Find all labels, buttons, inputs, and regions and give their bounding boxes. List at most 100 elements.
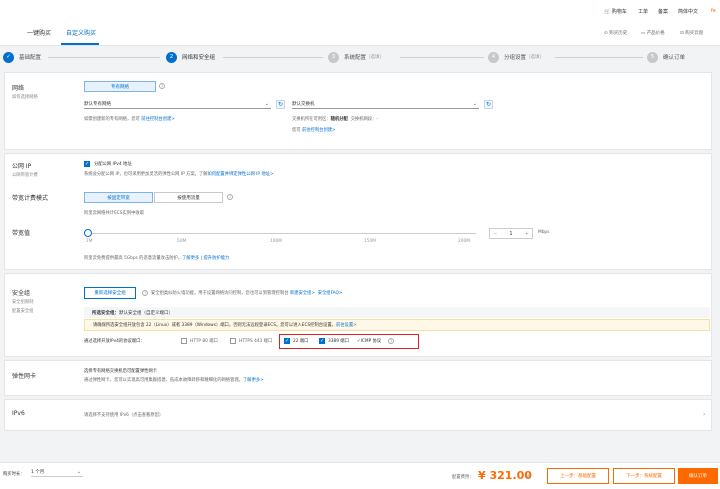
public-bandwidth-billing-link[interactable]: 公网带宽计费 bbox=[12, 172, 38, 178]
active-tab-indicator bbox=[61, 43, 99, 45]
icmp-option[interactable]: ✓ICMP 协议 bbox=[357, 338, 381, 344]
purchase-history-link[interactable]: ⊙ 购买历史 bbox=[604, 30, 627, 36]
bandwidth-value[interactable]: 1 bbox=[509, 231, 512, 237]
improve-protection-link[interactable]: 提升防护能力 bbox=[204, 256, 230, 261]
port-label: HTTPS 443 端口 bbox=[239, 339, 273, 344]
bandwidth-slider-handle[interactable] bbox=[84, 229, 92, 237]
vswitch-create-link[interactable]: 前往控制台创建> bbox=[302, 128, 336, 133]
vpc-hint: 如需创建新的专有网络，您可 前往控制台创建> bbox=[84, 116, 175, 122]
security-group-desc: 安全组类似防火墙功能，用于设置网络访问控制，您也可以到管理控制台 新建安全组> … bbox=[151, 290, 343, 296]
step-network-security: 2 网络和安全组 bbox=[166, 51, 219, 63]
slider-tick: 200M bbox=[458, 239, 470, 244]
public-ip-section: 公网 IP 公网带宽计费 ✓ 分配公网 IPv4 地址 系统会分配公网 IP，也… bbox=[4, 153, 712, 270]
filing-link[interactable]: 备案 bbox=[658, 8, 668, 15]
refresh-vpc-icon[interactable]: ↻ bbox=[276, 100, 285, 109]
section-title: 弹性网卡 bbox=[12, 373, 37, 380]
plus-icon[interactable]: + bbox=[525, 231, 529, 237]
bandwidth-stepper[interactable]: − 1 + bbox=[489, 228, 533, 239]
step-group-settings[interactable]: 4 分组设置 （选填） bbox=[488, 51, 548, 63]
vpc-create-link[interactable]: 前往控制台创建> bbox=[141, 117, 175, 122]
language-select[interactable]: 简体中文 bbox=[678, 8, 698, 15]
minus-icon[interactable]: − bbox=[493, 231, 497, 237]
cidr-value: - bbox=[376, 117, 378, 122]
create-security-group-link[interactable]: 新建安全组> bbox=[290, 291, 315, 296]
fixed-bandwidth-button[interactable]: 按固定带宽 bbox=[84, 192, 153, 203]
bandwidth-slider-track[interactable] bbox=[88, 233, 476, 234]
help-icon[interactable]: ? bbox=[142, 290, 148, 296]
how-to-choose-network-link[interactable]: 如何选择网络 bbox=[12, 94, 38, 100]
step-system-config[interactable]: 3 系统配置 （选填） bbox=[328, 51, 388, 63]
eni-learn-more-link[interactable]: 了解更多> bbox=[243, 378, 264, 383]
eni-section: 弹性网卡 选择专有网络交换机后可配置弹性网卡 通过弹性网卡，您可以实现高可用集群… bbox=[4, 360, 712, 396]
https-443-checkbox[interactable] bbox=[230, 338, 236, 344]
step-connector bbox=[400, 57, 484, 58]
port-22-checkbox[interactable]: ✓ bbox=[284, 338, 290, 344]
learn-more-link[interactable]: 了解更多 bbox=[182, 256, 199, 261]
vswitch-select-value: 默认交换机 bbox=[292, 102, 315, 107]
ipv6-desc[interactable]: 请选择不支持使用 IPv6（点击查看原因） bbox=[84, 412, 163, 418]
bandwidth-desc: 阿里云免费提供最高 5Gbps 的恶意流量攻击防护，了解更多 | 提升防护能力 bbox=[84, 256, 230, 261]
cart-link[interactable]: 🛒 购物车 bbox=[604, 8, 627, 15]
zone-value: 随机分配 bbox=[330, 117, 348, 122]
chevron-right-icon[interactable]: › bbox=[703, 411, 705, 418]
cart-label: 购物车 bbox=[611, 9, 627, 15]
selected-value: 默认安全组（自定义端口） bbox=[119, 310, 173, 316]
prev-step-button[interactable]: 上一步：基础配置 bbox=[547, 468, 609, 484]
refresh-vswitch-icon[interactable]: ↻ bbox=[484, 100, 493, 109]
duration-value: 1 个月 bbox=[31, 470, 45, 475]
tab-custom-buy[interactable]: 自定义购买 bbox=[66, 28, 96, 37]
vswitch-select[interactable]: 默认交换机 ⌄ bbox=[292, 100, 479, 109]
security-group-limit-link[interactable]: 安全组限制 bbox=[12, 299, 33, 305]
bottom-bar: 购买时长： 1 个月 ⌄ 配置费用： ¥ 321.00 省 上一步：基础配置 下一… bbox=[0, 462, 720, 489]
step-number: 4 bbox=[488, 51, 499, 63]
step-confirm-order[interactable]: 5 确认订单 bbox=[647, 51, 689, 63]
slider-tick: 150M bbox=[364, 239, 376, 244]
tab-quick-buy[interactable]: 一键购买 bbox=[27, 28, 51, 37]
step-basic-config[interactable]: ✓ 基础配置 bbox=[3, 51, 45, 63]
buy-disk-label: 购买云盘 bbox=[685, 31, 704, 36]
step-label: 系统配置 bbox=[344, 55, 367, 61]
step-number: 5 bbox=[647, 51, 658, 63]
public-ip-desc: 系统会分配公网 IP，也可采用更加灵活的弹性公网 IP 方案，了解如何配置并绑定… bbox=[84, 171, 274, 177]
section-title: 安全组 bbox=[12, 290, 31, 297]
price-note: 省 bbox=[526, 475, 531, 480]
help-icon[interactable]: ? bbox=[388, 338, 394, 344]
section-title: 网络 bbox=[12, 85, 25, 92]
next-step-button[interactable]: 下一步：系统配置 bbox=[613, 468, 675, 484]
ticket-link[interactable]: 工单 bbox=[638, 8, 648, 15]
step-connector bbox=[555, 57, 643, 58]
avatar[interactable]: fe bbox=[711, 8, 716, 14]
help-icon[interactable]: ? bbox=[159, 83, 165, 89]
section-title: 带宽值 bbox=[12, 230, 31, 237]
step-number: 2 bbox=[166, 51, 177, 63]
vswitch-hint: 您可 前往控制台创建> bbox=[292, 127, 336, 133]
help-icon[interactable]: ? bbox=[227, 194, 233, 200]
traffic-billing-button[interactable]: 按使用流量 bbox=[154, 192, 223, 203]
port-3389-checkbox[interactable]: ✓ bbox=[319, 338, 325, 344]
step-label: 基础配置 bbox=[19, 55, 42, 61]
eip-guide-link[interactable]: 如何配置并绑定弹性公网 IP 地址> bbox=[208, 172, 274, 177]
duration-select[interactable]: 1 个月 ⌄ bbox=[31, 468, 83, 477]
configure-security-group-link[interactable]: 配置安全组 bbox=[12, 308, 33, 314]
cidr-label: 交换机网段： bbox=[350, 117, 377, 122]
bandwidth-desc-text: 阿里云免费提供最高 5Gbps 的恶意流量攻击防护， bbox=[84, 256, 183, 261]
step-note: （选填） bbox=[526, 55, 545, 60]
product-price-link[interactable]: ▭ 产品价格 bbox=[641, 30, 665, 36]
security-group-faq-link[interactable]: 安全组FAQ> bbox=[318, 291, 343, 296]
vpc-button[interactable]: 专有网络 bbox=[84, 81, 156, 92]
reselect-security-group-button[interactable]: 重新选择安全组 bbox=[84, 287, 136, 299]
assign-public-ip-checkbox[interactable]: ✓ bbox=[84, 161, 90, 167]
price-label: 配置费用： bbox=[452, 475, 474, 480]
section-title: 公网 IP bbox=[12, 163, 32, 170]
http-80-checkbox[interactable] bbox=[181, 338, 187, 344]
slider-tick: 100M bbox=[270, 239, 282, 244]
chevron-down-icon: ⌄ bbox=[264, 101, 269, 107]
confirm-order-button[interactable]: 确认订单 bbox=[678, 468, 718, 484]
network-section: 网络 如何选择网络 专有网络 ? 默认专有网络 ⌄ ↻ 默认交换机 ⌄ ↻ 如需创建… bbox=[4, 72, 712, 150]
ports-label: 通过选择开放IPv4的协议端口： bbox=[84, 339, 145, 344]
ipv6-section: IPv6 请选择不支持使用 IPv6（点击查看原因） › bbox=[4, 399, 712, 431]
go-settings-link[interactable]: 前往设置> bbox=[336, 322, 357, 328]
step-note: （选填） bbox=[366, 55, 385, 60]
vpc-select[interactable]: 默认专有网络 ⌄ bbox=[84, 100, 271, 109]
buy-disk-link[interactable]: ⊡ 购买云盘 bbox=[680, 30, 703, 36]
